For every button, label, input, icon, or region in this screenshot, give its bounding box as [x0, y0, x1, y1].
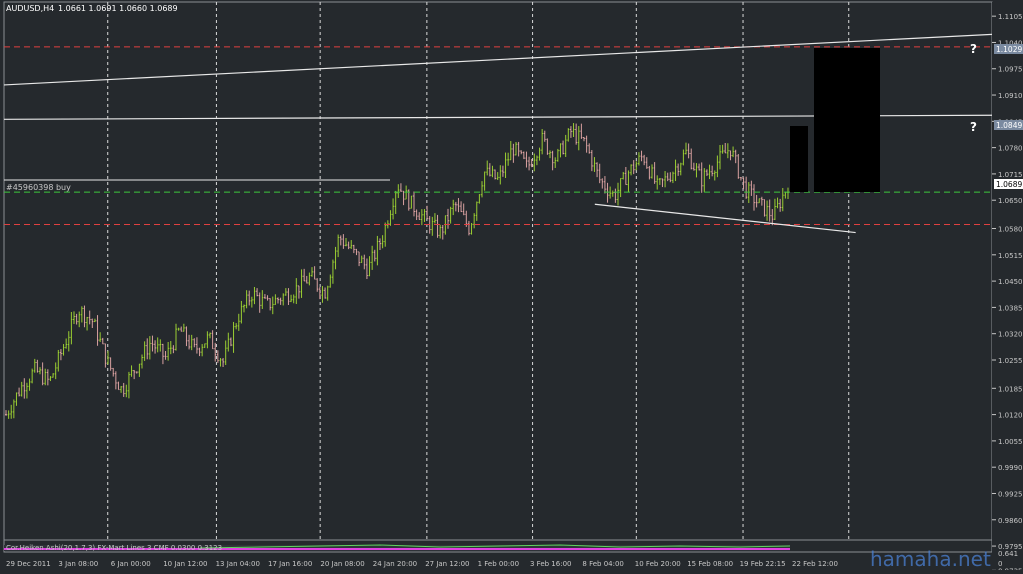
y-tick-label: 1.0580 [998, 226, 1023, 234]
y-tick-label: 1.0515 [998, 252, 1023, 260]
y-tick-label: 0.9860 [998, 517, 1023, 525]
x-tick-label: 8 Feb 04:00 [582, 560, 623, 568]
y-tick-label: 0.9925 [998, 490, 1023, 498]
x-tick-label: 10 Jan 12:00 [163, 560, 207, 568]
x-tick-label: 22 Feb 12:00 [792, 560, 838, 568]
y-tick-label: 1.0120 [998, 412, 1023, 420]
y-tick-label: 1.0450 [998, 278, 1023, 286]
x-tick-label: 1 Feb 00:00 [478, 560, 519, 568]
y-tick-label: 0.9990 [998, 464, 1023, 472]
projection-box-large [814, 48, 880, 192]
y-tick-label: 1.0910 [998, 92, 1023, 100]
x-tick-label: 19 Feb 22:15 [740, 560, 786, 568]
y-tick-label: 0 [998, 560, 1002, 568]
x-tick-label: 29 Dec 2011 [6, 560, 51, 568]
y-tick-label: 1.0255 [998, 357, 1023, 365]
x-tick-label: 27 Jan 12:00 [425, 560, 469, 568]
x-tick-label: 24 Jan 20:00 [373, 560, 417, 568]
current-price-tag: 1.0689 [996, 180, 1022, 189]
x-tick-label: 15 Feb 08:00 [687, 560, 733, 568]
price-tag-2: 1.0849 [996, 121, 1022, 130]
x-tick-label: 3 Jan 08:00 [58, 560, 98, 568]
y-tick-label: 1.0185 [998, 385, 1023, 393]
x-tick-label: 10 Feb 20:00 [635, 560, 681, 568]
y-tick-label: 1.0320 [998, 331, 1023, 339]
y-tick-label: 1.0715 [998, 171, 1023, 179]
y-tick-label: 1.0650 [998, 197, 1023, 205]
x-tick-label: 6 Jan 00:00 [111, 560, 151, 568]
ohlc-label: 1.0661 1.0691 1.0660 1.0689 [58, 4, 178, 13]
x-tick-label: 17 Jan 16:00 [268, 560, 312, 568]
symbol-label: AUDUSD,H4 [6, 4, 54, 13]
price-tag-1: 1.1029 [996, 45, 1022, 54]
y-tick-label: 1.1105 [998, 13, 1023, 21]
order-label[interactable]: #45960398 buy [6, 183, 71, 192]
projection-box-small [790, 126, 808, 192]
y-tick-label: 1.0385 [998, 304, 1023, 312]
price-chart[interactable]: #45960398 buy AUDUSD,H4 1.0661 1.0691 1.… [0, 0, 1023, 574]
y-tick-label: 1.0975 [998, 66, 1023, 74]
indicator-label: Cor.Heiken Ashi(20,1.7,3) FX-Mart Lines … [6, 544, 222, 552]
x-tick-label: 13 Jan 04:00 [216, 560, 260, 568]
y-tick-label: 0.641 [998, 550, 1018, 558]
x-tick-label: 20 Jan 08:00 [320, 560, 364, 568]
question-marker-2: ? [970, 120, 977, 134]
y-tick-label: 1.0055 [998, 438, 1023, 446]
x-tick-label: 3 Feb 16:00 [530, 560, 571, 568]
y-tick-label: 1.0780 [998, 145, 1023, 153]
x-axis-labels: 29 Dec 2011 3 Jan 08:00 6 Jan 00:00 10 Jan … [6, 560, 838, 568]
watermark: hamaha.net [870, 547, 991, 570]
chart-window[interactable]: #45960398 buy AUDUSD,H4 1.0661 1.0691 1.… [0, 0, 1023, 574]
question-marker-1: ? [970, 42, 977, 56]
